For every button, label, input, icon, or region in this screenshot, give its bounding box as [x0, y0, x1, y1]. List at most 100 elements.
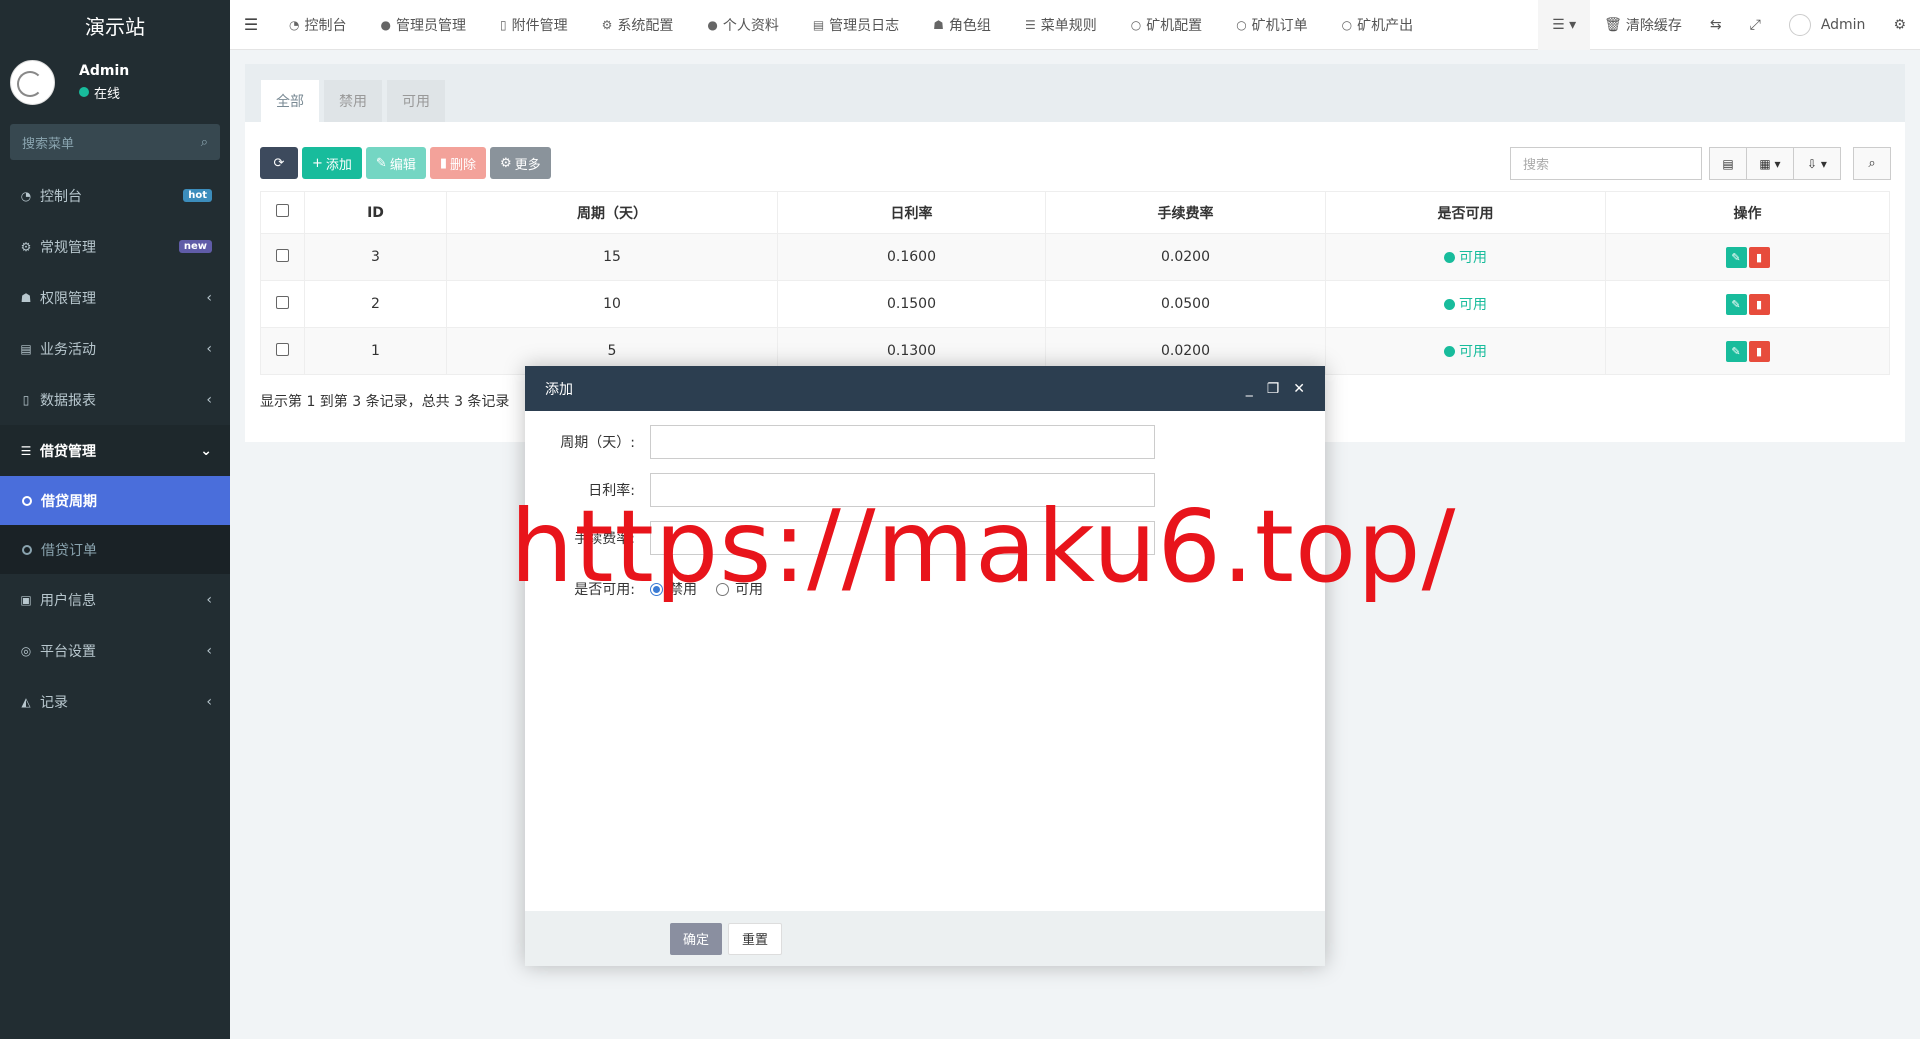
row-delete-button[interactable]: ▮: [1748, 293, 1770, 315]
chevron-left-icon: ‹: [206, 289, 212, 306]
user-panel: Admin 在线: [0, 50, 230, 114]
dialog-header[interactable]: 添加 _ ❐ ✕: [525, 366, 1325, 411]
menu-search-input[interactable]: 搜索菜单 ⌕: [10, 124, 220, 160]
confirm-button[interactable]: 确定: [670, 922, 723, 955]
cell-status: 可用: [1325, 233, 1606, 281]
cell-status: 可用: [1325, 280, 1606, 328]
radio-disabled[interactable]: 禁用: [650, 579, 697, 599]
tab-config[interactable]: ⚙ 系统配置: [585, 0, 691, 50]
export-icon[interactable]: ⇩ ▾: [1793, 147, 1841, 180]
sidebar-item-permission[interactable]: ☗ 权限管理 ‹: [0, 272, 230, 323]
maximize-icon[interactable]: ❐: [1267, 381, 1280, 397]
select-all-checkbox[interactable]: [260, 191, 305, 234]
sidebar-item-records[interactable]: ◭ 记录 ‹: [0, 676, 230, 727]
sidebar-item-users[interactable]: ▣ 用户信息 ‹: [0, 574, 230, 625]
user-name: Admin: [79, 62, 130, 79]
tab-miner-config[interactable]: ○ 矿机配置: [1114, 0, 1219, 50]
tab-adminlog[interactable]: ▤ 管理员日志: [796, 0, 916, 50]
sidebar-item-dashboard[interactable]: ◔ 控制台 hot: [0, 170, 230, 221]
cogs-icon[interactable]: ⚙: [1879, 0, 1920, 50]
column-header[interactable]: 日利率: [777, 191, 1046, 234]
cell-actions: ✎ ▮: [1605, 327, 1890, 375]
reset-button[interactable]: 重置: [728, 922, 783, 955]
fullscreen-icon[interactable]: ⤢: [1736, 0, 1775, 50]
cell-id: 2: [304, 280, 447, 328]
data-table: ID 周期（天） 日利率 手续费率 是否可用 操作 3 15 0.1600 0.…: [260, 191, 1890, 375]
file-image-icon: ▯: [499, 17, 507, 32]
tab-admin[interactable]: ● 管理员管理: [363, 0, 482, 50]
column-header[interactable]: 是否可用: [1325, 191, 1606, 234]
advanced-search-icon[interactable]: ⌕: [1853, 147, 1891, 180]
sidebar-subitem-loan-order[interactable]: 借贷订单: [0, 525, 230, 574]
radio-checked-icon: [650, 582, 663, 596]
cell-status: 可用: [1325, 327, 1606, 375]
circle-icon: ○: [1341, 17, 1353, 32]
sidebar-subitem-loan-period[interactable]: 借贷周期: [0, 476, 230, 525]
logo[interactable]: 演示站: [0, 0, 230, 50]
table-row[interactable]: 3 15 0.1600 0.0200 可用 ✎ ▮: [260, 233, 1890, 281]
row-edit-button[interactable]: ✎: [1725, 246, 1747, 268]
tab-group[interactable]: ☗ 角色组: [916, 0, 1008, 50]
sidebar-item-business[interactable]: ▤ 业务活动 ‹: [0, 323, 230, 374]
delete-button[interactable]: ▮ 删除: [429, 147, 487, 179]
toolbar: ⟳ + 添加 ✎ 编辑 ▮ 删除 ⚙ 更多: [260, 147, 555, 179]
close-icon[interactable]: ✕: [1293, 381, 1305, 397]
toggle-view-icon[interactable]: ▤: [1709, 147, 1747, 180]
loan-submenu: 借贷周期 借贷订单: [0, 476, 230, 574]
clear-cache-button[interactable]: 🗑 清除缓存: [1590, 0, 1696, 50]
sidebar-item-general[interactable]: ⚙ 常规管理 new: [0, 221, 230, 272]
refresh-button[interactable]: ⟳: [260, 147, 298, 179]
tab-attachment[interactable]: ▯ 附件管理: [483, 0, 585, 50]
bars-icon: ☰: [1024, 17, 1036, 32]
search-icon: ⌕: [200, 134, 208, 150]
radio-enabled[interactable]: 可用: [716, 579, 763, 599]
row-checkbox[interactable]: [260, 280, 305, 328]
rate-input[interactable]: [650, 473, 1155, 507]
form-row-enabled: 是否可用: 禁用 可用: [525, 579, 777, 599]
radio-unchecked-icon: [716, 582, 729, 596]
group-icon: ☗: [20, 290, 32, 305]
tab-miner-output[interactable]: ○ 矿机产出: [1325, 0, 1430, 50]
columns-icon[interactable]: ▦ ▾: [1746, 147, 1794, 180]
tab-all[interactable]: 全部: [261, 80, 319, 122]
more-button[interactable]: ⚙ 更多: [490, 147, 551, 179]
row-edit-button[interactable]: ✎: [1725, 293, 1747, 315]
sidebar-item-loan[interactable]: ☰ 借贷管理 ⌄: [0, 425, 230, 476]
tab-rule[interactable]: ☰ 菜单规则: [1008, 0, 1114, 50]
user-menu[interactable]: Admin: [1775, 0, 1880, 50]
table-row[interactable]: 2 10 0.1500 0.0500 可用 ✎ ▮: [260, 280, 1890, 328]
tab-profile[interactable]: ● 个人资料: [690, 0, 795, 50]
row-delete-button[interactable]: ▮: [1748, 246, 1770, 268]
tabs-dropdown-icon[interactable]: ☰ ▾: [1538, 0, 1591, 50]
column-header[interactable]: 手续费率: [1045, 191, 1326, 234]
row-checkbox[interactable]: [260, 327, 305, 375]
tab-dashboard[interactable]: ◔ 控制台: [272, 0, 363, 50]
row-edit-button[interactable]: ✎: [1725, 340, 1747, 362]
top-navbar: ☰ ◔ 控制台 ● 管理员管理 ▯ 附件管理 ⚙ 系统配置 ● 个人资料 ▤ 管理员日志 ☗…: [230, 0, 1920, 50]
dialog-body: 周期（天）: 日利率: 手续费率: 是否可用: 禁用 可用: [525, 411, 1325, 911]
cog-icon: ⚙: [500, 155, 512, 171]
fee-input[interactable]: [650, 521, 1155, 555]
cell-id: 3: [304, 233, 447, 281]
column-header[interactable]: 周期（天）: [446, 191, 778, 234]
tab-disabled[interactable]: 禁用: [324, 80, 382, 122]
column-header: 操作: [1605, 191, 1890, 234]
avatar: [1788, 13, 1811, 36]
minimize-icon[interactable]: _: [1246, 381, 1253, 397]
add-button[interactable]: + 添加: [302, 147, 362, 179]
sidebar-item-reports[interactable]: ▯ 数据报表 ‹: [0, 374, 230, 425]
tab-enabled[interactable]: 可用: [387, 80, 445, 122]
chevron-left-icon: ‹: [206, 693, 212, 710]
edit-button[interactable]: ✎ 编辑: [365, 147, 426, 179]
language-icon[interactable]: ⇆: [1696, 0, 1736, 50]
table-search-input[interactable]: 搜索: [1510, 147, 1702, 180]
row-checkbox[interactable]: [260, 233, 305, 281]
user-icon: ●: [707, 17, 718, 32]
table-view-buttons: ▤ ▦ ▾ ⇩ ▾: [1709, 147, 1841, 180]
column-header[interactable]: ID: [304, 191, 447, 234]
tab-miner-order[interactable]: ○ 矿机订单: [1219, 0, 1324, 50]
menu-toggle-icon[interactable]: ☰: [230, 15, 272, 34]
sidebar-item-platform[interactable]: ◎ 平台设置 ‹: [0, 625, 230, 676]
period-input[interactable]: [650, 425, 1155, 459]
row-delete-button[interactable]: ▮: [1748, 340, 1770, 362]
